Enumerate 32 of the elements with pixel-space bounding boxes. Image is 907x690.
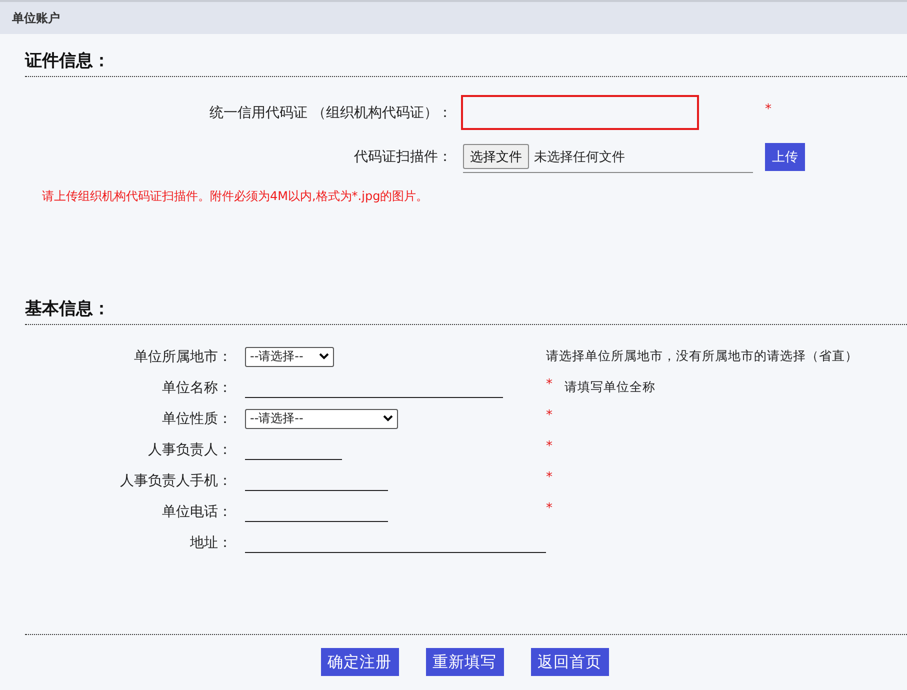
field-label: 单位名称： [161,378,232,396]
field-label: 人事负责人： [147,440,232,458]
field-hint: 请填写单位全称 [564,379,656,396]
field-label: 单位性质： [161,410,232,428]
required-mark: * [546,377,552,392]
section-title: 证件信息： [25,50,111,73]
field-label: 人事负责人手机： [119,472,232,490]
page-title: 单位账户 [12,10,60,26]
field-label: 统一信用代码证 （组织机构代码证）： [208,104,452,122]
required-mark: * [765,102,772,117]
dropdown[interactable]: --请选择-- [245,408,398,428]
input-field[interactable] [461,95,699,130]
field-label: 地址： [189,534,232,552]
dropdown[interactable]: --请选择-- [245,346,334,366]
form-button[interactable]: 重新填写 [426,648,504,676]
chevron-down-icon [319,353,329,360]
form-button[interactable]: 返回首页 [530,648,608,676]
upload-note: 请上传组织机构代码证扫描件。附件必须为4M以内,格式为*.jpg的图片。 [42,188,430,205]
section-title: 基本信息： [25,298,111,321]
field-label: 单位所属地市： [133,348,232,366]
required-mark: * [546,408,552,423]
field-hint: 请选择单位所属地市，没有所属地市的请选择（省直） [546,348,858,365]
field-label: 代码证扫描件： [353,148,452,166]
field-label: 单位电话： [161,502,232,520]
choose-file-button[interactable]: 选择文件 [463,144,529,169]
required-mark: * [546,439,552,454]
required-mark: * [546,470,552,485]
form-button[interactable]: 确定注册 [320,648,398,676]
file-status: 未选择任何文件 [534,148,625,166]
required-mark: * [546,501,552,516]
upload-button[interactable]: 上传 [765,143,805,171]
chevron-down-icon [383,415,393,422]
